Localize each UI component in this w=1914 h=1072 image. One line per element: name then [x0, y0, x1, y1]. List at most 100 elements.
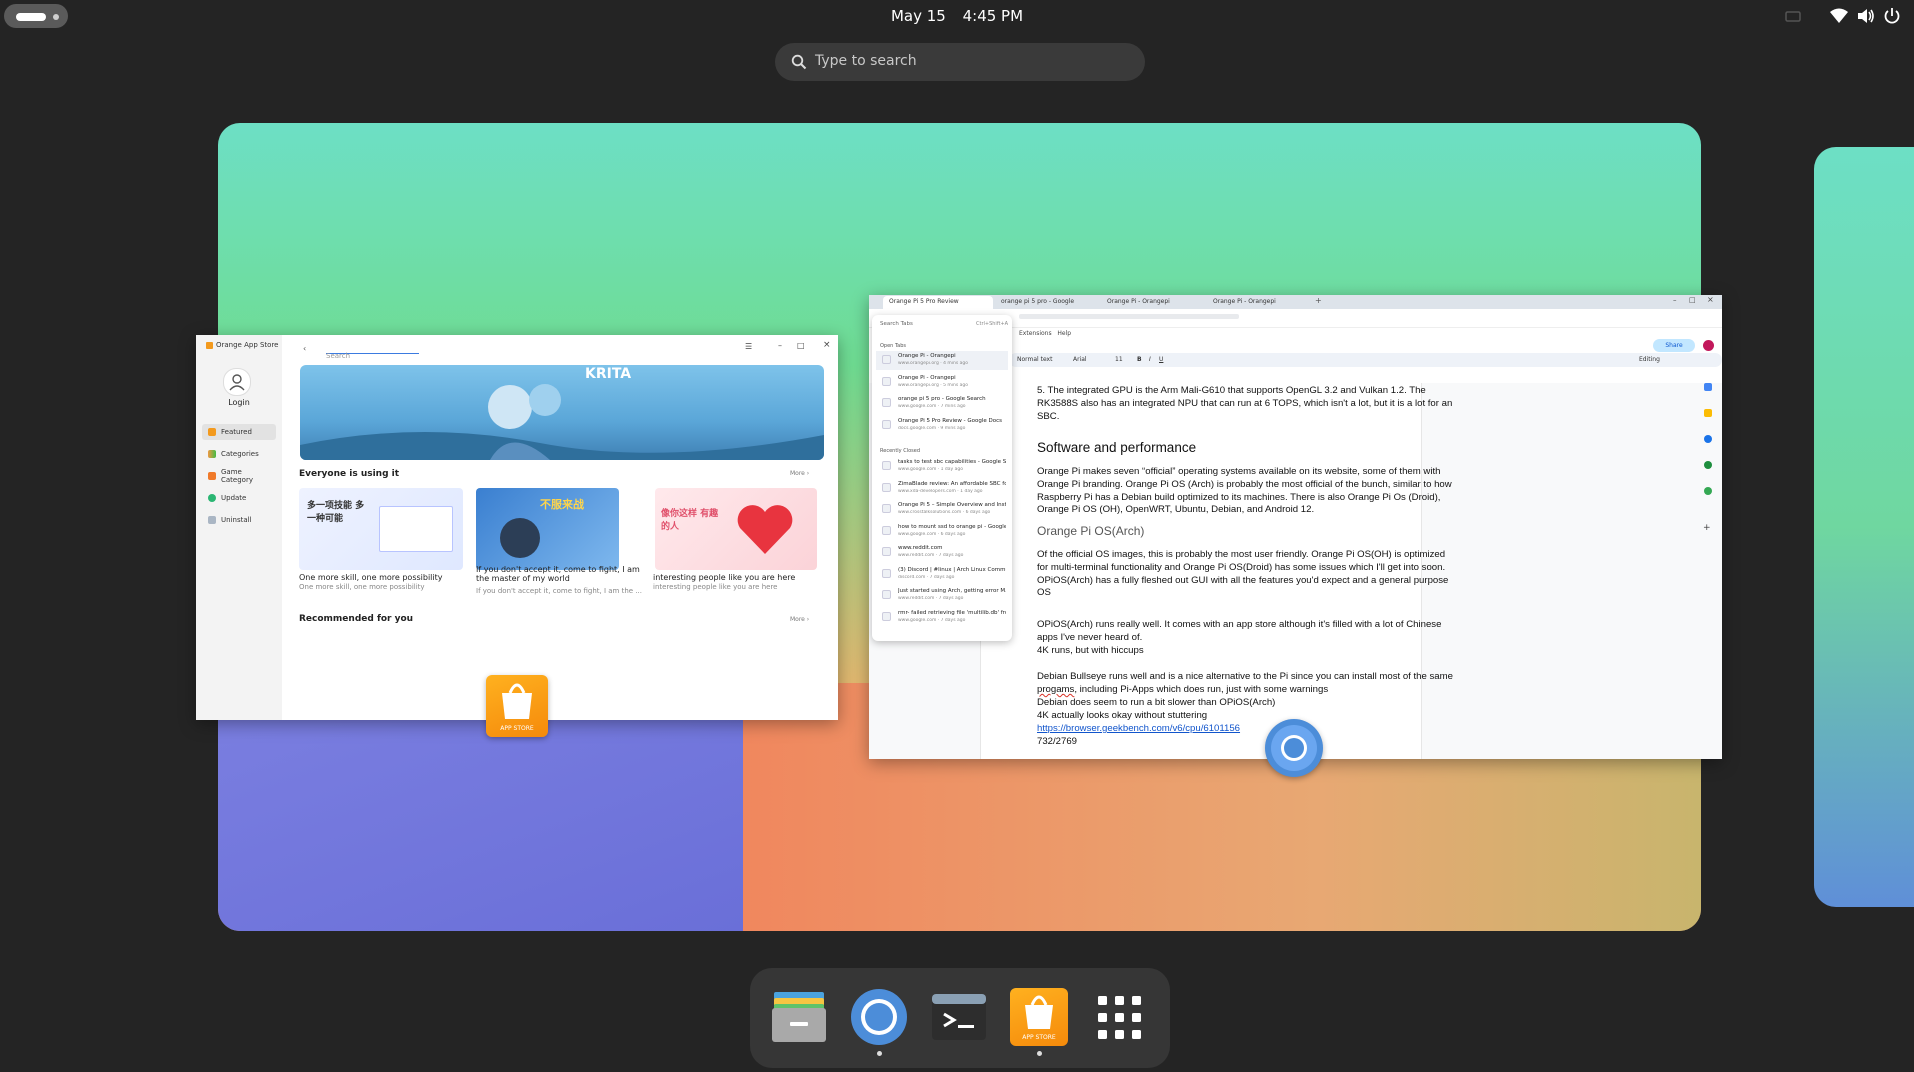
menu-extensions[interactable]: Extensions [1019, 330, 1052, 337]
tab-google-search[interactable]: orange pi 5 pro - Google [995, 296, 1099, 309]
chrome-window-icon[interactable] [1265, 719, 1323, 777]
tasks-icon[interactable] [1704, 435, 1712, 443]
tab-orangepi-2[interactable]: Orange Pi - Orangepi [1207, 296, 1311, 309]
geekbench-link[interactable]: https://browser.geekbench.com/v6/cpu/610… [1037, 723, 1240, 736]
favicon-icon [882, 611, 891, 621]
close-icon[interactable]: × [823, 340, 831, 350]
card-3-subtitle: interesting people like you are here [653, 583, 778, 591]
window-maximize-icon[interactable]: □ [1689, 296, 1696, 304]
recent-tab-item[interactable]: tasks to test sbc capabilities - Google … [876, 457, 1008, 476]
chrome-docs-window[interactable]: Orange Pi 5 Pro Review orange pi 5 pro -… [869, 295, 1722, 759]
card-art-text: 多一项技能 多一种可能 [307, 501, 365, 524]
open-tab-item[interactable]: Orange Pi - Orangepi www.orangepi.org · 5… [876, 373, 1008, 392]
account-avatar[interactable] [1703, 340, 1714, 351]
show-apps-button[interactable] [1090, 988, 1148, 1046]
calendar-icon[interactable] [1704, 383, 1712, 391]
recent-tab-item[interactable]: www.reddit.com www.reddit.com · 7 days ag… [876, 543, 1008, 562]
tab-orange-pi-review[interactable]: Orange Pi 5 Pro Review [883, 296, 993, 309]
more-link-1[interactable]: More › [790, 470, 809, 477]
app-search-input[interactable]: Search [326, 343, 419, 360]
menu-icon[interactable]: ☰ [745, 342, 752, 351]
share-button[interactable]: Share [1653, 339, 1695, 352]
nav-featured[interactable]: Featured [202, 424, 276, 440]
recent-tab-item[interactable]: Orange Pi 5 – Simple Overview and Inst..… [876, 500, 1008, 519]
app-card-2[interactable]: 不服来战 [476, 488, 619, 570]
recent-tab-item[interactable]: rmr- failed retrieving file 'multilib.db… [876, 608, 1008, 627]
volume-icon[interactable] [1856, 6, 1876, 26]
card-illustration [500, 518, 540, 558]
clock[interactable]: May 15 4:45 PM [0, 7, 1914, 25]
recent-tab-item[interactable]: (3) Discord | #linux | Arch Linux Commu.… [876, 565, 1008, 584]
chrome-app[interactable] [850, 988, 908, 1046]
shopping-bag-icon [502, 683, 532, 719]
open-tab-item[interactable]: Orange Pi - Orangepi www.orangepi.org · 4… [876, 351, 1008, 370]
tab-search-input[interactable]: Search Tabs [880, 321, 913, 327]
recent-tab-item[interactable]: how to mount ssd to orange pi - Google .… [876, 522, 1008, 541]
top-bar: May 15 4:45 PM [0, 0, 1914, 32]
chrome-running-indicator [877, 1051, 882, 1056]
files-icon [772, 992, 826, 1042]
files-app[interactable] [770, 988, 828, 1046]
doc-paragraph-stutter: 4K actually looks okay without stutterin… [1037, 710, 1208, 721]
nav-categories[interactable]: Categories [202, 446, 276, 462]
docs-menu-bar: Extensions Help [1019, 330, 1071, 337]
tab-title: rmr- failed retrieving file 'multilib.db… [898, 609, 1006, 616]
app-store-window[interactable]: Orange App Store Login Featured Categori… [196, 335, 838, 720]
editing-mode-select[interactable]: Editing [1639, 356, 1660, 363]
keyboard-icon[interactable] [1783, 6, 1803, 26]
doc-heading-software: Software and performance [1037, 440, 1197, 455]
font-size-input[interactable]: 11 [1115, 356, 1123, 363]
font-select[interactable]: Arial [1073, 356, 1087, 363]
tab-title: Orange Pi - Orangepi [898, 374, 956, 381]
app-store-window-icon[interactable]: APP STORE [486, 675, 548, 737]
app-card-3[interactable]: 像你这样 有趣的人 [655, 488, 817, 570]
doc-heading-opios-arch: Orange Pi OS(Arch) [1037, 524, 1145, 538]
open-tab-item[interactable]: orange pi 5 pro - Google Search www.googl… [876, 394, 1008, 413]
featured-banner[interactable]: KRITA [300, 365, 824, 460]
document-page[interactable]: 5. The integrated GPU is the Arm Mali-G6… [980, 383, 1453, 759]
terminal-app[interactable] [930, 988, 988, 1046]
next-workspace-preview[interactable] [1814, 147, 1914, 907]
tab-orangepi-1[interactable]: Orange Pi - Orangepi [1101, 296, 1205, 309]
avatar-icon[interactable] [223, 368, 251, 396]
login-link[interactable]: Login [196, 398, 282, 407]
show-apps-icon [1098, 996, 1141, 1039]
tab-search-popup[interactable]: Search Tabs Ctrl+Shift+A Open Tabs Orang… [872, 315, 1012, 641]
bold-icon[interactable]: B [1137, 356, 1142, 363]
recent-tab-item[interactable]: ZimaBlade review: An affordable SBC fo..… [876, 479, 1008, 498]
favicon-icon [882, 419, 891, 429]
underline-icon[interactable]: U [1159, 356, 1163, 363]
window-close-icon[interactable]: × [1707, 295, 1714, 304]
italic-icon[interactable]: I [1149, 356, 1151, 363]
menu-help[interactable]: Help [1057, 330, 1071, 337]
tab-strip: Orange Pi 5 Pro Review orange pi 5 pro -… [869, 295, 1722, 309]
more-link-2[interactable]: More › [790, 616, 809, 623]
contacts-icon[interactable] [1704, 461, 1712, 469]
nav-uninstall[interactable]: Uninstall [202, 512, 276, 528]
url-text[interactable] [1019, 314, 1239, 319]
nav-game-category[interactable]: Game Category [202, 468, 276, 484]
tab-title: ZimaBlade review: An affordable SBC fo..… [898, 480, 1006, 487]
maps-icon[interactable] [1704, 487, 1712, 495]
game-icon [208, 472, 216, 480]
open-tab-item[interactable]: Orange Pi 5 Pro Review - Google Docs docs… [876, 416, 1008, 435]
tab-url: www.crosstalksolutions.com · 6 days ago [898, 510, 991, 515]
wifi-icon[interactable] [1829, 6, 1849, 26]
back-icon[interactable]: ‹ [303, 344, 306, 353]
style-select[interactable]: Normal text [1017, 356, 1052, 363]
search-input[interactable]: Type to search [815, 53, 917, 69]
maximize-icon[interactable]: □ [797, 341, 805, 350]
app-card-1[interactable]: 多一项技能 多一种可能 [299, 488, 463, 570]
nav-update[interactable]: Update [202, 490, 276, 506]
app-store-app[interactable]: APP STORE [1010, 988, 1068, 1046]
keep-icon[interactable] [1704, 409, 1712, 417]
misspelled-word[interactable]: progams [1037, 684, 1074, 695]
window-minimize-icon[interactable]: – [1673, 296, 1677, 304]
minimize-icon[interactable]: – [778, 341, 782, 350]
power-icon[interactable] [1882, 6, 1902, 26]
add-addon-icon[interactable]: + [1703, 523, 1711, 533]
recent-tab-item[interactable]: Just started using Arch, getting error M… [876, 586, 1008, 605]
heart-icon [737, 505, 793, 554]
new-tab-icon[interactable]: + [1315, 296, 1322, 305]
overview-search-bar[interactable]: Type to search [775, 43, 1145, 81]
